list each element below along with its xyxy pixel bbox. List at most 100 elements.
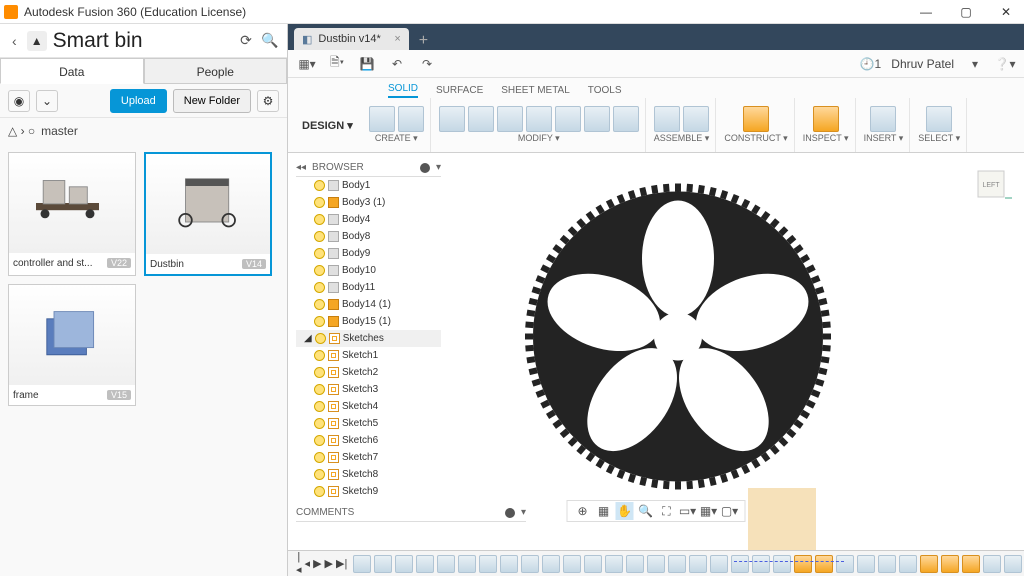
- timeline-feature[interactable]: [584, 555, 602, 573]
- timeline-feature[interactable]: [437, 555, 455, 573]
- browser-sketch[interactable]: Sketch2: [296, 364, 441, 381]
- display-icon[interactable]: ▭▾: [679, 502, 697, 520]
- timeline-feature[interactable]: [752, 555, 770, 573]
- design-dropdown[interactable]: DESIGN ▾: [294, 119, 361, 132]
- search-icon[interactable]: 🔍: [261, 32, 279, 49]
- select-tool[interactable]: [926, 106, 952, 132]
- tab-people[interactable]: People: [144, 58, 288, 84]
- browser-sketch[interactable]: Sketch9: [296, 483, 441, 500]
- file-card[interactable]: frameV15: [8, 284, 136, 406]
- modify-tool[interactable]: [613, 106, 639, 132]
- browser-body[interactable]: Body9: [296, 245, 441, 262]
- timeline-end[interactable]: ▶|: [336, 557, 347, 570]
- timeline-feature[interactable]: [374, 555, 392, 573]
- ribbon-tab-sheet[interactable]: SHEET METAL: [501, 85, 570, 98]
- timeline-feature[interactable]: [353, 555, 371, 573]
- grid-icon[interactable]: ▦▾: [700, 502, 718, 520]
- timeline-start[interactable]: |◂: [296, 551, 302, 576]
- timeline-feature[interactable]: [416, 555, 434, 573]
- group-select[interactable]: SELECT ▾: [918, 133, 960, 144]
- timeline-feature[interactable]: [647, 555, 665, 573]
- upload-button[interactable]: Upload: [110, 89, 167, 113]
- browser-sketch[interactable]: Sketch8: [296, 466, 441, 483]
- timeline-feature[interactable]: [668, 555, 686, 573]
- browser-sketch[interactable]: Sketch4: [296, 398, 441, 415]
- group-inspect[interactable]: INSPECT ▾: [803, 133, 849, 144]
- modify-tool[interactable]: [439, 106, 465, 132]
- maximize-button[interactable]: ▢: [952, 2, 980, 22]
- assemble-tool[interactable]: [683, 106, 709, 132]
- browser-body[interactable]: Body1: [296, 177, 441, 194]
- modify-tool[interactable]: [584, 106, 610, 132]
- viewcube[interactable]: LEFT: [972, 165, 1012, 205]
- browser-header[interactable]: BROWSER: [312, 162, 364, 173]
- modify-tool[interactable]: [497, 106, 523, 132]
- modify-tool[interactable]: [555, 106, 581, 132]
- pan-icon[interactable]: ✋: [616, 502, 634, 520]
- timeline-feature[interactable]: [941, 555, 959, 573]
- fit-icon[interactable]: ⛶: [658, 502, 676, 520]
- timeline-back[interactable]: ◂: [305, 557, 311, 570]
- file-card[interactable]: controller and st...V22: [8, 152, 136, 276]
- browser-body[interactable]: Body4: [296, 211, 441, 228]
- browser-body[interactable]: Body8: [296, 228, 441, 245]
- tab-data[interactable]: Data: [0, 58, 144, 84]
- document-tab[interactable]: ◧ Dustbin v14* ×: [294, 28, 409, 50]
- orbit-icon[interactable]: ⊕: [574, 502, 592, 520]
- insert-tool[interactable]: [870, 106, 896, 132]
- timeline-feature[interactable]: [899, 555, 917, 573]
- sketches-folder[interactable]: Sketches: [343, 333, 384, 344]
- comments-options[interactable]: [505, 508, 515, 518]
- view-dropdown[interactable]: ⌄: [36, 90, 58, 112]
- timeline-feature[interactable]: [710, 555, 728, 573]
- undo-icon[interactable]: ↶: [388, 55, 406, 73]
- comments-header[interactable]: COMMENTS: [296, 507, 354, 518]
- timeline-feature[interactable]: [857, 555, 875, 573]
- timeline-feature[interactable]: [563, 555, 581, 573]
- timeline-feature[interactable]: [731, 555, 749, 573]
- inspect-tool[interactable]: [813, 106, 839, 132]
- group-construct[interactable]: CONSTRUCT ▾: [724, 133, 787, 144]
- timeline-feature[interactable]: [773, 555, 791, 573]
- timeline-feature[interactable]: [1004, 555, 1022, 573]
- new-tab-button[interactable]: +: [411, 32, 436, 50]
- timeline-feature[interactable]: [626, 555, 644, 573]
- viewport-icon[interactable]: ▢▾: [721, 502, 739, 520]
- create-tool[interactable]: [398, 106, 424, 132]
- browser-body[interactable]: Body3 (1): [296, 194, 441, 211]
- ribbon-tab-solid[interactable]: SOLID: [388, 83, 418, 98]
- view-mode-icon[interactable]: ◉: [8, 90, 30, 112]
- help-icon[interactable]: ❔▾: [996, 55, 1014, 73]
- refresh-icon[interactable]: ⟳: [237, 32, 255, 49]
- save-icon[interactable]: 💾: [358, 55, 376, 73]
- modify-tool[interactable]: [468, 106, 494, 132]
- group-assemble[interactable]: ASSEMBLE ▾: [654, 133, 710, 144]
- redo-icon[interactable]: ↷: [418, 55, 436, 73]
- create-tool[interactable]: [369, 106, 395, 132]
- browser-sketch[interactable]: Sketch6: [296, 432, 441, 449]
- browser-body[interactable]: Body11: [296, 279, 441, 296]
- minimize-button[interactable]: —: [912, 2, 940, 22]
- browser-options[interactable]: [420, 163, 430, 173]
- timeline-fwd[interactable]: ▶: [325, 557, 333, 570]
- timeline-feature[interactable]: [500, 555, 518, 573]
- timeline-feature[interactable]: [689, 555, 707, 573]
- group-insert[interactable]: INSERT ▾: [864, 133, 904, 144]
- browser-body[interactable]: Body15 (1): [296, 313, 441, 330]
- grid-icon[interactable]: ▦▾: [298, 55, 316, 73]
- timeline-feature[interactable]: [521, 555, 539, 573]
- history-icon[interactable]: 🕘1: [861, 55, 879, 73]
- timeline-feature[interactable]: [458, 555, 476, 573]
- look-icon[interactable]: ▦: [595, 502, 613, 520]
- browser-sketch[interactable]: Sketch7: [296, 449, 441, 466]
- browser-body[interactable]: Body10: [296, 262, 441, 279]
- file-icon[interactable]: 🗎▾: [328, 55, 346, 73]
- timeline-play[interactable]: ▶: [313, 557, 321, 570]
- timeline-feature[interactable]: [983, 555, 1001, 573]
- timeline-feature[interactable]: [542, 555, 560, 573]
- settings-icon[interactable]: ⚙: [257, 90, 279, 112]
- timeline-feature[interactable]: [920, 555, 938, 573]
- close-tab-icon[interactable]: ×: [394, 33, 400, 45]
- timeline-feature[interactable]: [962, 555, 980, 573]
- group-create[interactable]: CREATE ▾: [375, 133, 418, 144]
